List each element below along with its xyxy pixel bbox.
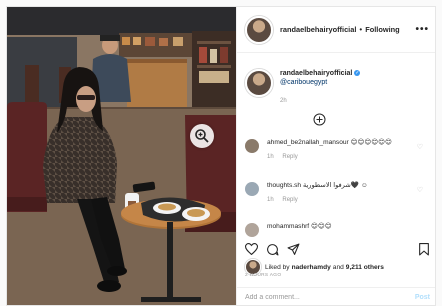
likes-prefix: Liked by xyxy=(265,263,290,271)
post-caption: randaelbehairyofficial ✓ @caribouegypt 2… xyxy=(245,69,430,106)
comment-username[interactable]: mohammashrf xyxy=(267,223,309,230)
commenter-avatar[interactable] xyxy=(245,182,259,196)
like-comment-heart-icon[interactable]: ♡ xyxy=(417,186,423,194)
liker-username[interactable]: naderhamdy xyxy=(292,264,331,271)
comment-body: mohammashrf 😊😊😊 xyxy=(267,223,430,237)
heart-icon xyxy=(245,243,258,255)
comment-body: ahmed_be2nallah_mansour 😊😊😊😊😊😊 1h Reply xyxy=(267,139,430,161)
zoom-in-icon xyxy=(195,129,209,143)
comment-button[interactable] xyxy=(266,243,279,256)
comment-item: mohammashrf 😊😊😊 xyxy=(245,223,430,237)
header-separator: • xyxy=(359,25,363,34)
post-actions-bar xyxy=(245,241,430,257)
load-more-comments-button[interactable] xyxy=(313,113,326,131)
comment-icon xyxy=(267,243,279,255)
comment-time: 1h xyxy=(267,153,274,160)
add-comment-input[interactable] xyxy=(245,294,415,301)
comment-username[interactable]: ahmed_be2nallah_mansour xyxy=(267,139,349,146)
caption-username[interactable]: randaelbehairyofficial xyxy=(280,70,352,77)
comment-item: ahmed_be2nallah_mansour 😊😊😊😊😊😊 1h Reply … xyxy=(245,139,430,161)
comment-body: thoughts.sh شرفوا الاسطورية🖤 ☺ 1h Reply xyxy=(267,182,430,204)
commenter-avatar[interactable] xyxy=(245,223,259,237)
comment-time: 1h xyxy=(267,196,274,203)
post-details-panel: randaelbehairyofficial • Following ••• r… xyxy=(236,7,435,305)
author-avatar[interactable] xyxy=(245,15,273,44)
caption-body: randaelbehairyofficial ✓ @caribouegypt 2… xyxy=(280,69,361,106)
comment-item: thoughts.sh شرفوا الاسطورية🖤 ☺ 1h Reply … xyxy=(245,182,430,204)
zoom-in-button[interactable] xyxy=(190,124,214,148)
caption-time: 2h xyxy=(280,98,287,104)
post-header: randaelbehairyofficial • Following ••• xyxy=(237,7,435,53)
verified-icon: ✓ xyxy=(354,70,361,77)
post-modal: randaelbehairyofficial • Following ••• r… xyxy=(6,6,436,306)
reply-button[interactable]: Reply xyxy=(282,154,297,160)
save-button[interactable] xyxy=(418,242,430,256)
cafe-photo-illustration xyxy=(7,7,236,305)
caption-mention[interactable]: @caribouegypt xyxy=(280,79,327,86)
add-comment-icon xyxy=(313,113,326,126)
bookmark-icon xyxy=(419,242,429,255)
comment-text: شرفوا الاسطورية🖤 ☺ xyxy=(302,182,368,189)
reply-button[interactable]: Reply xyxy=(282,197,297,203)
like-comment-heart-icon[interactable]: ♡ xyxy=(417,143,423,151)
comment-meta: 1h Reply xyxy=(267,153,430,162)
add-comment-row: Post xyxy=(237,287,435,305)
commenter-avatar[interactable] xyxy=(245,139,259,153)
comment-text: 😊😊😊😊😊😊 xyxy=(350,139,392,146)
more-options-icon[interactable]: ••• xyxy=(415,24,429,35)
like-button[interactable] xyxy=(245,243,258,255)
comment-text: 😊😊😊 xyxy=(310,223,332,230)
comment-meta: 1h Reply xyxy=(267,196,430,205)
share-icon xyxy=(287,243,300,255)
author-username[interactable]: randaelbehairyofficial xyxy=(280,25,356,34)
share-button[interactable] xyxy=(287,243,300,256)
comment-username[interactable]: thoughts.sh xyxy=(267,182,301,189)
following-button[interactable]: Following xyxy=(365,25,399,34)
likes-count-link[interactable]: 9,211 others xyxy=(346,264,384,271)
post-timestamp: 2 HOURS AGO xyxy=(245,273,282,278)
likes-and: and xyxy=(332,263,344,271)
caption-avatar[interactable] xyxy=(245,69,273,97)
post-photo[interactable] xyxy=(7,7,236,305)
post-comment-button[interactable]: Post xyxy=(415,294,430,301)
